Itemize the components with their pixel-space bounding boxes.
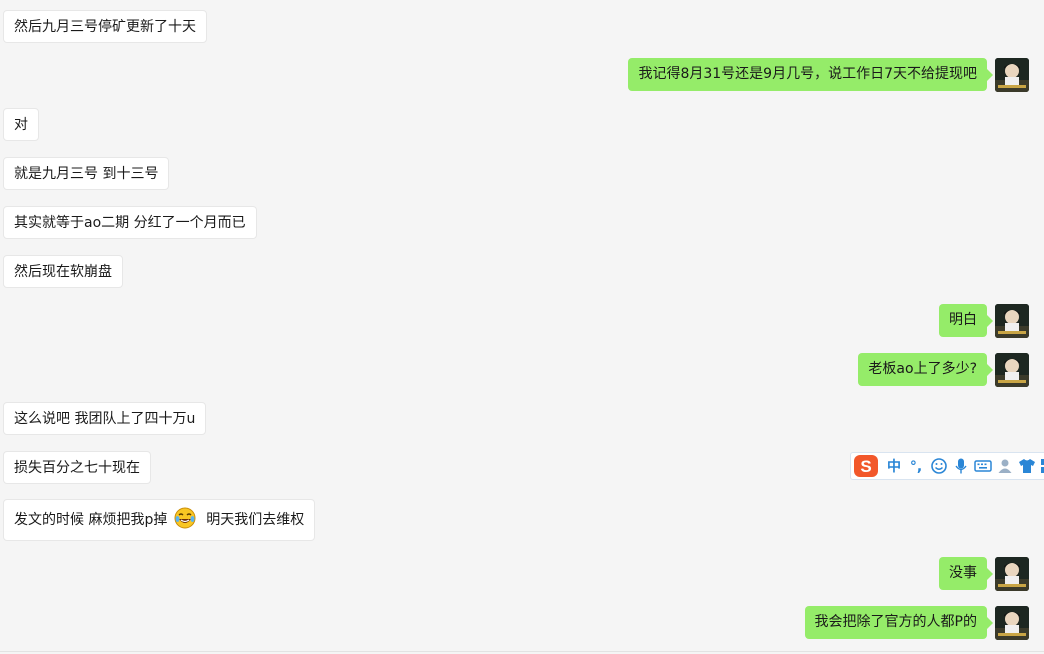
ime-chinese-mode-toggle[interactable]: 中 <box>884 457 904 477</box>
message-bubble-incoming[interactable]: 损失百分之七十现在 <box>3 451 151 484</box>
my-avatar[interactable] <box>995 353 1029 387</box>
avatar-image <box>995 353 1029 387</box>
user-icon[interactable] <box>995 457 1015 477</box>
svg-text:S: S <box>860 457 871 476</box>
message-bubble-outgoing[interactable]: 我记得8月31号还是9月几号，说工作日7天不给提现吧 <box>628 58 993 91</box>
message-bubble-incoming[interactable]: 这么说吧 我团队上了四十万u <box>3 402 207 435</box>
my-avatar[interactable] <box>995 304 1029 338</box>
chat-history: 然后九月三号停矿更新了十天 我记得8月31号还是9月几号，说工作日7天不给提现吧… <box>0 0 1044 654</box>
message-bubble-incoming[interactable]: 其实就等于ao二期 分红了一个月而已 <box>3 206 257 239</box>
message-bubble-incoming[interactable]: 就是九月三号 到十三号 <box>3 157 170 190</box>
message-bubble-incoming[interactable]: 对 <box>3 108 39 141</box>
message-bubble-outgoing[interactable]: 明白 <box>939 304 993 337</box>
message-bubble-incoming[interactable]: 然后九月三号停矿更新了十天 <box>3 10 207 43</box>
my-avatar[interactable] <box>995 58 1029 92</box>
keyboard-icon[interactable] <box>973 457 993 477</box>
message-text: 明天我们去维权 <box>206 512 305 528</box>
message-bubble-outgoing[interactable]: 没事 <box>939 557 993 590</box>
message-text: 发文的时候 麻烦把我p掉 <box>14 512 168 528</box>
avatar-image <box>995 58 1029 92</box>
avatar-image <box>995 304 1029 338</box>
message-bubble-incoming[interactable]: 发文的时候 麻烦把我p掉 明天我们去维权 <box>3 499 316 541</box>
laughing-tears-emoji-icon <box>174 507 196 529</box>
microphone-icon[interactable] <box>951 457 971 477</box>
avatar-image <box>995 557 1029 591</box>
divider <box>0 651 1044 652</box>
emoji-face-icon[interactable] <box>929 457 949 477</box>
tshirt-skin-icon[interactable] <box>1017 457 1037 477</box>
grid-menu-icon[interactable] <box>1039 457 1044 477</box>
message-bubble-outgoing[interactable]: 老板ao上了多少? <box>858 353 993 386</box>
ime-punctuation-toggle[interactable]: °, <box>906 457 926 477</box>
my-avatar[interactable] <box>995 557 1029 591</box>
message-bubble-incoming[interactable]: 然后现在软崩盘 <box>3 255 123 288</box>
avatar-image <box>995 606 1029 640</box>
ime-logo-icon[interactable]: S <box>853 454 879 478</box>
ime-toolbar[interactable]: S 中 °, <box>850 452 1044 480</box>
my-avatar[interactable] <box>995 606 1029 640</box>
message-bubble-outgoing[interactable]: 我会把除了官方的人都P的 <box>804 606 994 639</box>
